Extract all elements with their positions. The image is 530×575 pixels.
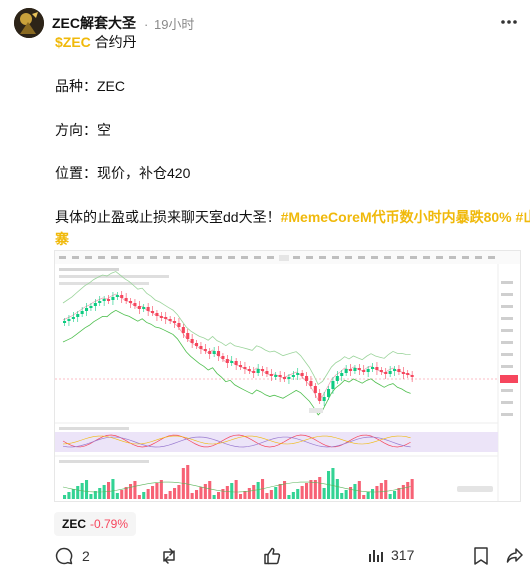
hashtag-shanzhai-cont[interactable]: 寨 (55, 231, 69, 247)
hashtag-shanzhai[interactable]: #山 (516, 209, 530, 225)
candlestick-chart (55, 251, 520, 501)
repost-icon (159, 546, 179, 566)
avatar[interactable] (14, 8, 44, 38)
share-button[interactable] (506, 546, 524, 566)
views-icon (367, 546, 385, 564)
body-text-line-2: 寨 (55, 229, 69, 249)
price-tag-symbol: ZEC (62, 517, 86, 531)
comment-icon (54, 546, 74, 566)
more-icon[interactable] (500, 12, 518, 30)
post-actions: 2 317 (54, 546, 524, 570)
price-tag[interactable]: ZEC -0.79% (54, 512, 137, 536)
position-line: 位置：现价，补仓420 (55, 165, 191, 181)
bookmark-icon (472, 546, 490, 566)
variety-line: 品种：ZEC (55, 78, 125, 94)
repost-button[interactable] (159, 546, 179, 566)
body-text-line: 具体的止盈或止损来聊天室dd大圣！#MemeCoreM代币数小时内暴跌80% #… (55, 207, 530, 227)
share-icon (506, 546, 524, 566)
comment-button[interactable]: 2 (54, 546, 90, 566)
bookmark-button[interactable] (472, 546, 490, 566)
like-icon (262, 546, 282, 566)
views-count: 317 (391, 547, 415, 563)
views-button[interactable]: 317 (367, 546, 414, 564)
chart-image[interactable] (54, 250, 521, 502)
body-text: 具体的止盈或止损来聊天室dd大圣！ (55, 209, 281, 225)
direction-line: 方向：空 (55, 122, 111, 138)
post-card[interactable]: ZEC解套大圣 · 19小时 $ZEC 合约丹 品种：ZEC 方向：空 位置：现… (0, 0, 530, 575)
author-name[interactable]: ZEC解套大圣 (52, 13, 136, 33)
post-time: · 19小时 (144, 16, 195, 32)
hashtag-memecore[interactable]: #MemeCoreM代币数小时内暴跌80% (281, 209, 512, 225)
post-title: $ZEC 合约丹 (55, 32, 137, 52)
price-tag-change: -0.79% (90, 517, 129, 531)
like-button[interactable] (262, 546, 282, 566)
ticker-link[interactable]: $ZEC (55, 34, 91, 50)
comment-count: 2 (82, 548, 90, 564)
ticker-suffix: 合约丹 (94, 34, 137, 50)
